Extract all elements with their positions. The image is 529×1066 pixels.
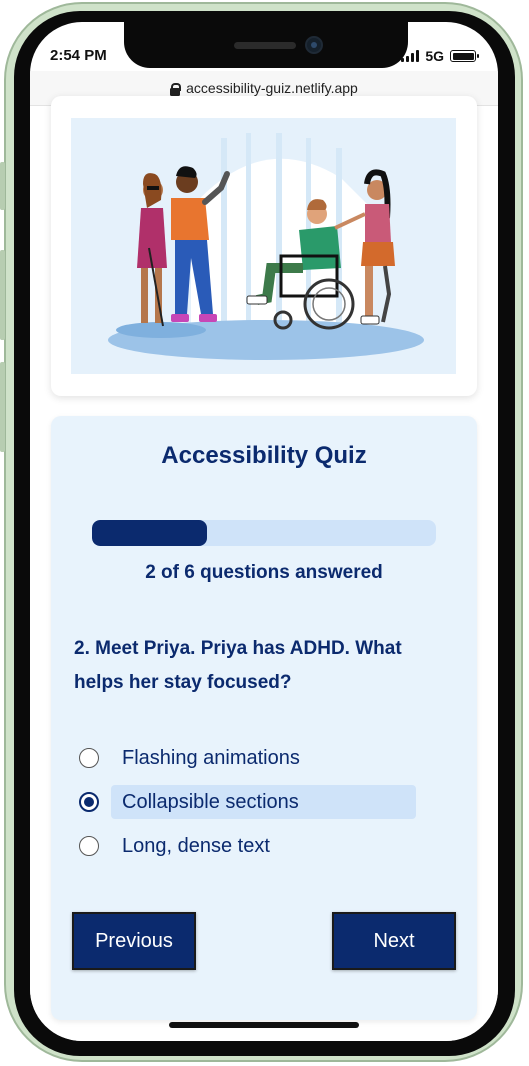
battery-icon [450,50,479,62]
camera-icon [305,36,323,54]
phone-screen: 2:54 PM 5G accessibility-guiz.netlify.ap… [30,22,498,1041]
url-text: accessibility-guiz.netlify.app [186,80,358,96]
answer-option-selected[interactable]: Collapsible sections [74,780,444,824]
status-indicators: 5G [401,48,479,64]
page-content: Accessibility Quiz 2 of 6 questions answ… [30,96,498,1041]
status-time: 2:54 PM [50,47,107,64]
answer-option[interactable]: Flashing animations [74,736,444,780]
network-type: 5G [425,48,444,64]
answer-option-label[interactable]: Collapsible sections [111,785,416,819]
notch [124,22,408,68]
question-text: 2. Meet Priya. Priya has ADHD. What help… [74,638,402,693]
progress-text: 2 of 6 questions answered [145,562,383,583]
next-button[interactable]: Next [332,912,456,970]
phone-side-button [0,250,5,340]
quiz-card: Accessibility Quiz 2 of 6 questions answ… [51,416,477,1020]
phone-side-button [0,362,5,452]
radio-button-checked[interactable] [79,792,99,812]
lock-icon [170,83,182,96]
quiz-title: Accessibility Quiz [161,442,367,469]
home-indicator[interactable] [169,1022,359,1028]
signal-icon [401,50,420,62]
phone-side-button [0,162,5,210]
answer-option-label[interactable]: Flashing animations [111,741,311,775]
previous-button[interactable]: Previous [72,912,196,970]
people-illustration [71,118,456,374]
illustration-image [71,118,456,374]
progress-fill [92,520,207,546]
answer-option[interactable]: Long, dense text [74,824,444,868]
speaker-grille [234,42,296,49]
radio-button[interactable] [79,748,99,768]
answer-options: Flashing animations Collapsible sections… [74,736,444,868]
answer-option-label[interactable]: Long, dense text [111,829,281,863]
progress-bar [92,520,436,546]
radio-button[interactable] [79,836,99,856]
illustration-card [51,96,477,396]
